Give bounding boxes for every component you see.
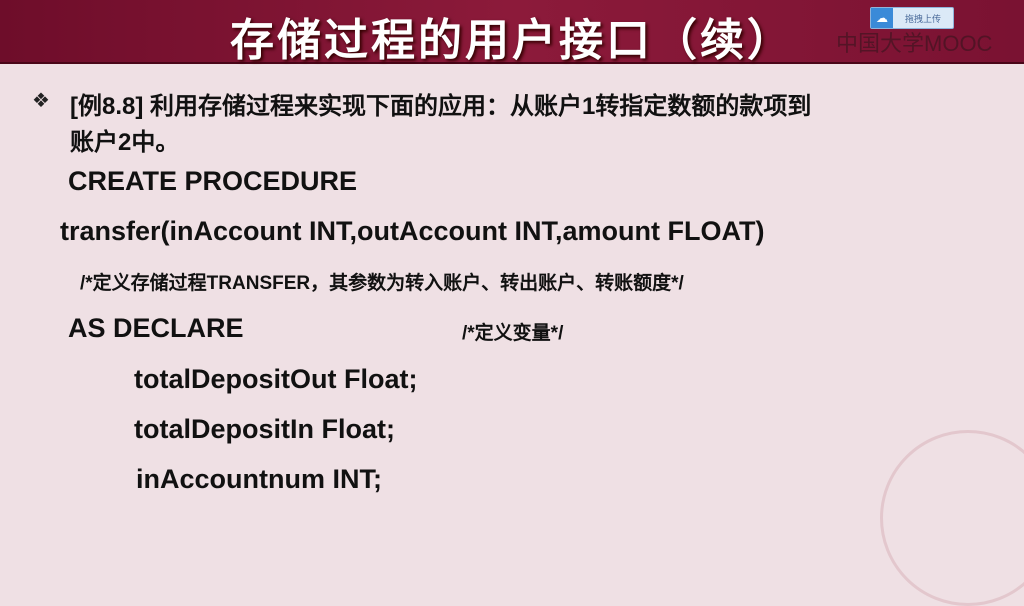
code-comment: /*定义存储过程TRANSFER，其参数为转入账户、转出账户、转账额度*/ — [80, 273, 684, 294]
example-text-line2: 账户2中。 — [70, 129, 180, 156]
code-line: transfer(inAccount INT,outAccount INT,am… — [60, 216, 765, 246]
cloud-link-icon: ☁ — [871, 8, 893, 28]
code-line: CREATE PROCEDURE — [68, 166, 358, 196]
example-text-line1: [例8.8] 利用存储过程来实现下面的应用：从账户1转指定数额的款项到 — [70, 93, 812, 120]
diamond-bullet-icon: ❖ — [32, 90, 50, 112]
upload-label: 拖拽上传 — [904, 13, 941, 24]
slide-header: 存储过程的用户接口（续） ☁ 拖拽上传 中国大学MOOC — [0, 0, 1024, 66]
university-seal-watermark — [880, 430, 1024, 606]
code-line: inAccountnum INT; — [136, 464, 382, 494]
code-line: AS DECLARE — [68, 313, 244, 343]
code-line: totalDepositIn Float; — [134, 414, 395, 444]
mooc-watermark: 中国大学MOOC — [836, 31, 993, 56]
code-line: totalDepositOut Float; — [134, 364, 418, 394]
code-comment: /*定义变量*/ — [462, 323, 564, 344]
